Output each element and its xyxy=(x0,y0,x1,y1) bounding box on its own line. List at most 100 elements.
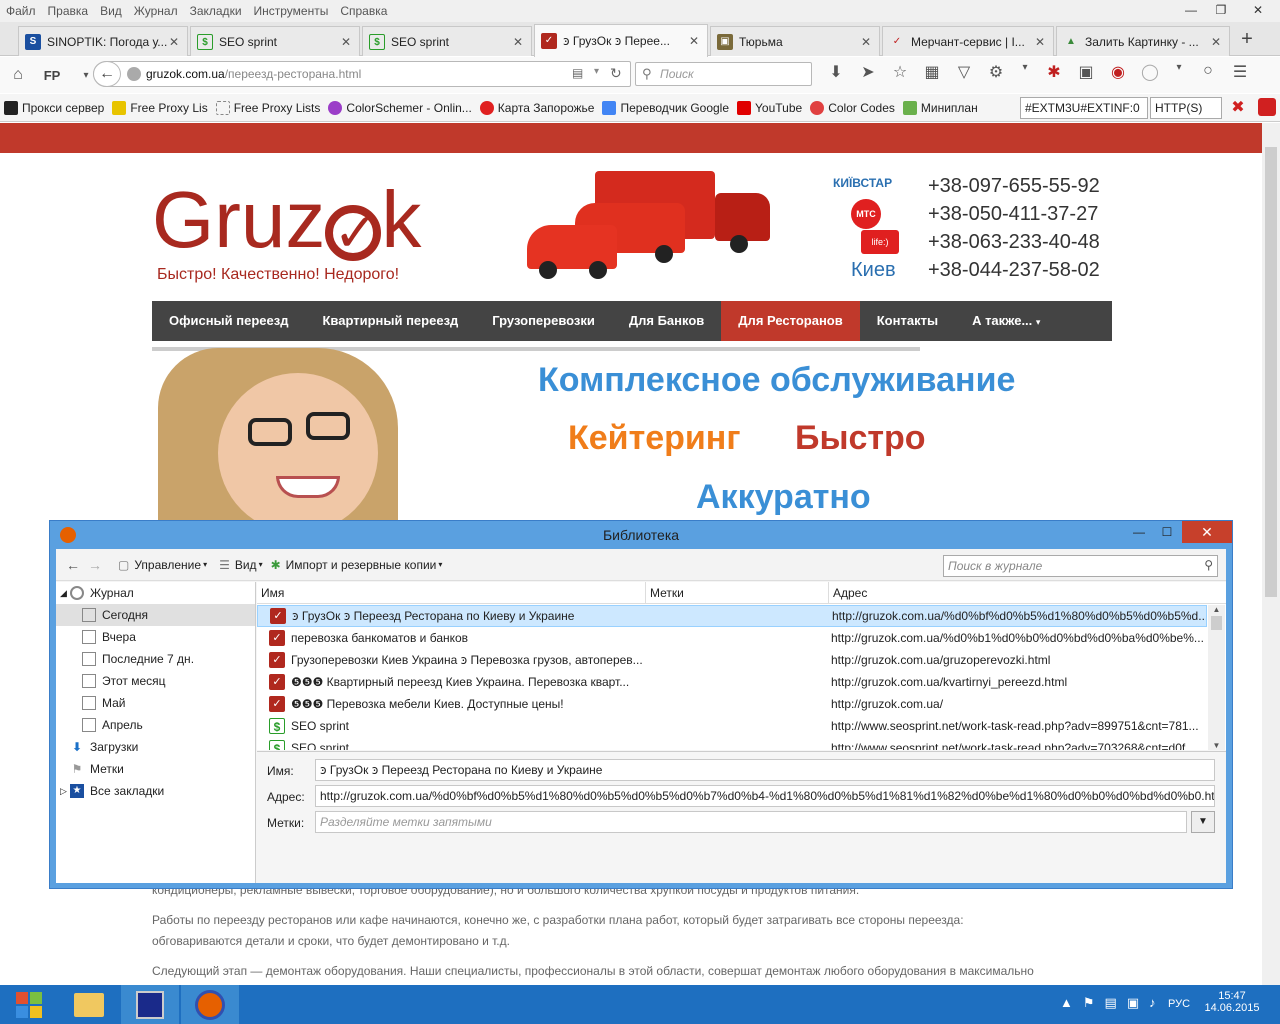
maximize-icon[interactable]: ☐ xyxy=(1153,521,1181,543)
volume-icon[interactable]: ♪ xyxy=(1149,995,1156,1011)
hamburger-menu-icon[interactable]: ☰ xyxy=(1228,62,1252,82)
m3u-field[interactable]: #EXTM3U#EXTINF:0 xyxy=(1020,97,1148,119)
back-icon[interactable]: ← xyxy=(93,61,121,87)
start-button[interactable] xyxy=(0,985,58,1024)
chevron-down-icon[interactable]: ▼ xyxy=(1191,811,1215,833)
column-tags[interactable]: Метки xyxy=(646,582,829,604)
language-indicator[interactable]: РУС xyxy=(1168,998,1190,1010)
bookmark-colorschemer[interactable]: ColorSchemer - Onlin... xyxy=(328,100,472,115)
nav-restaurants[interactable]: Для Ресторанов xyxy=(721,301,860,341)
explorer-taskbar-icon[interactable] xyxy=(60,985,118,1024)
tags-field[interactable]: Разделяйте метки запятыми xyxy=(315,811,1187,833)
nav-more[interactable]: А также... ▾ xyxy=(955,301,1057,341)
tree-last-7-days[interactable]: Последние 7 дн. xyxy=(56,648,255,670)
dropdown-icon[interactable]: ▾ xyxy=(594,66,599,77)
clock[interactable]: 15:47 14.06.2015 xyxy=(1200,990,1264,1014)
protocol-select[interactable]: HTTP(S) xyxy=(1150,97,1222,119)
back-icon[interactable]: ← xyxy=(62,557,84,573)
bookmark-google-translate[interactable]: Переводчик Google xyxy=(602,100,729,115)
chevron-down-icon[interactable]: ▾ xyxy=(1170,62,1188,82)
scrollbar-thumb[interactable] xyxy=(1211,616,1222,630)
column-name[interactable]: Имя xyxy=(257,582,646,604)
menu-file[interactable]: Файл xyxy=(0,4,42,18)
list-scrollbar[interactable]: ▲ ▼ xyxy=(1208,605,1225,750)
reload-icon[interactable]: ↻ xyxy=(610,65,622,82)
history-row-partial[interactable]: $ SEO sprint http://www.seosprint.net/wor… xyxy=(257,737,1207,750)
tab-upload[interactable]: ▲ Залить Картинку - ... ✕ xyxy=(1056,26,1230,56)
close-tab-icon[interactable]: ✕ xyxy=(339,35,353,49)
nav-apartment-move[interactable]: Квартирный переезд xyxy=(305,301,475,341)
history-row[interactable]: ✓ ꜿ ГрузОк ꜿ Переезд Ресторана по Киеву и… xyxy=(257,605,1207,627)
tree-may[interactable]: Май xyxy=(56,692,255,714)
site-logo[interactable]: Gruz ✓k xyxy=(152,175,421,265)
history-row[interactable]: ✓ перевозка банкоматов и банков http://gr… xyxy=(257,627,1207,649)
reader-icon[interactable]: ▤ xyxy=(572,66,583,80)
phone-1[interactable]: +38-097-655-55-92 xyxy=(928,175,1100,198)
bookmark-map-zaporozhye[interactable]: Карта Запорожье xyxy=(479,100,594,115)
scroll-up-icon[interactable]: ▲ xyxy=(1208,605,1225,614)
menu-bookmarks[interactable]: Закладки xyxy=(184,4,248,18)
nav-banks[interactable]: Для Банков xyxy=(612,301,721,341)
column-address[interactable]: Адрес xyxy=(829,582,1226,604)
bookmark-proxy-server[interactable]: Прокси сервер xyxy=(4,100,104,115)
home-icon[interactable]: ⌂ xyxy=(4,61,32,89)
record-icon[interactable]: ◉ xyxy=(1106,62,1130,82)
close-icon[interactable]: ✕ xyxy=(1236,0,1280,20)
save-app-taskbar-icon[interactable] xyxy=(121,985,179,1024)
nav-contacts[interactable]: Контакты xyxy=(860,301,955,341)
tree-today[interactable]: Сегодня xyxy=(56,604,255,626)
history-row[interactable]: ✓ ❺❺❺ Перевозка мебели Киев. Доступные це… xyxy=(257,693,1207,715)
flag-icon[interactable]: ⚑ xyxy=(1083,995,1095,1011)
phone-4[interactable]: +38-044-237-58-02 xyxy=(928,259,1100,282)
send-icon[interactable]: ➤ xyxy=(856,62,880,82)
clear-icon[interactable]: ✖ xyxy=(1228,98,1248,118)
download-icon[interactable]: ⬇ xyxy=(824,62,848,82)
tree-history[interactable]: ◢ Журнал xyxy=(56,582,255,604)
bookmark-miniplan[interactable]: Миниплан xyxy=(902,100,978,115)
tree-april[interactable]: Апрель xyxy=(56,714,255,736)
addon-icon[interactable]: ✱ xyxy=(1042,62,1066,82)
tree-this-month[interactable]: Этот месяц xyxy=(56,670,255,692)
search-box[interactable]: ⚲ Поиск xyxy=(635,62,812,86)
close-tab-icon[interactable]: ✕ xyxy=(167,35,181,49)
star-icon[interactable]: ☆ xyxy=(888,62,912,82)
menu-edit[interactable]: Правка xyxy=(42,4,95,18)
circle-icon[interactable]: ◯ xyxy=(1138,62,1162,82)
history-row[interactable]: $ SEO sprint http://www.seosprint.net/wor… xyxy=(257,737,1207,750)
tab-sinoptik[interactable]: S SINOPTIK: Погода у... ✕ xyxy=(18,26,188,56)
tree-tags[interactable]: ⚑ Метки xyxy=(56,758,255,780)
scroll-down-icon[interactable]: ▼ xyxy=(1208,741,1225,750)
display-icon[interactable]: ▣ xyxy=(1127,995,1139,1011)
bookmark-youtube[interactable]: YouTube xyxy=(737,100,802,115)
bookmark-free-proxy-lists[interactable]: Free Proxy Lists xyxy=(215,100,320,115)
bookmark-color-codes[interactable]: Color Codes xyxy=(810,100,895,115)
chat-icon[interactable]: ○ xyxy=(1196,62,1220,82)
close-icon[interactable]: ✕ xyxy=(1182,521,1232,543)
tree-all-bookmarks[interactable]: ▷ ★ Все закладки xyxy=(56,780,255,802)
tab-gruzok[interactable]: ✓ ꜿ ГрузОк ꜿ Переe... ✕ xyxy=(534,24,708,57)
url-field[interactable]: http://gruzok.com.ua/%d0%bf%d0%b5%d1%80%… xyxy=(315,785,1215,807)
manage-menu[interactable]: Управление xyxy=(134,558,201,572)
chevron-up-icon[interactable]: ▲ xyxy=(1060,995,1073,1011)
close-tab-icon[interactable]: ✕ xyxy=(511,35,525,49)
pocket-icon[interactable]: ▽ xyxy=(952,62,976,82)
window-icon[interactable]: ▣ xyxy=(1074,62,1098,82)
addon-red-icon[interactable] xyxy=(1258,98,1276,116)
nav-office-move[interactable]: Офисный переезд xyxy=(152,301,305,341)
network-icon[interactable]: ▤ xyxy=(1105,995,1117,1011)
scrollbar-thumb[interactable] xyxy=(1265,147,1277,597)
view-menu[interactable]: Вид xyxy=(235,558,257,572)
tab-prison[interactable]: ▣ Тюрьма ✕ xyxy=(710,26,880,56)
close-tab-icon[interactable]: ✕ xyxy=(1209,35,1223,49)
page-scrollbar[interactable] xyxy=(1262,123,1280,985)
close-tab-icon[interactable]: ✕ xyxy=(687,34,701,48)
menu-tools[interactable]: Инструменты xyxy=(248,4,335,18)
history-row[interactable]: $ SEO sprint http://www.seosprint.net/wor… xyxy=(257,715,1207,737)
tree-yesterday[interactable]: Вчера xyxy=(56,626,255,648)
import-menu[interactable]: Импорт и резервные копии xyxy=(286,558,437,572)
close-tab-icon[interactable]: ✕ xyxy=(859,35,873,49)
url-bar[interactable]: ← gruzok.com.ua/переезд-ресторана.html ▤… xyxy=(93,61,631,87)
bookmark-free-proxy-lis[interactable]: Free Proxy Lis xyxy=(112,100,208,115)
menu-help[interactable]: Справка xyxy=(334,4,393,18)
minimize-icon[interactable]: — xyxy=(1125,521,1153,543)
